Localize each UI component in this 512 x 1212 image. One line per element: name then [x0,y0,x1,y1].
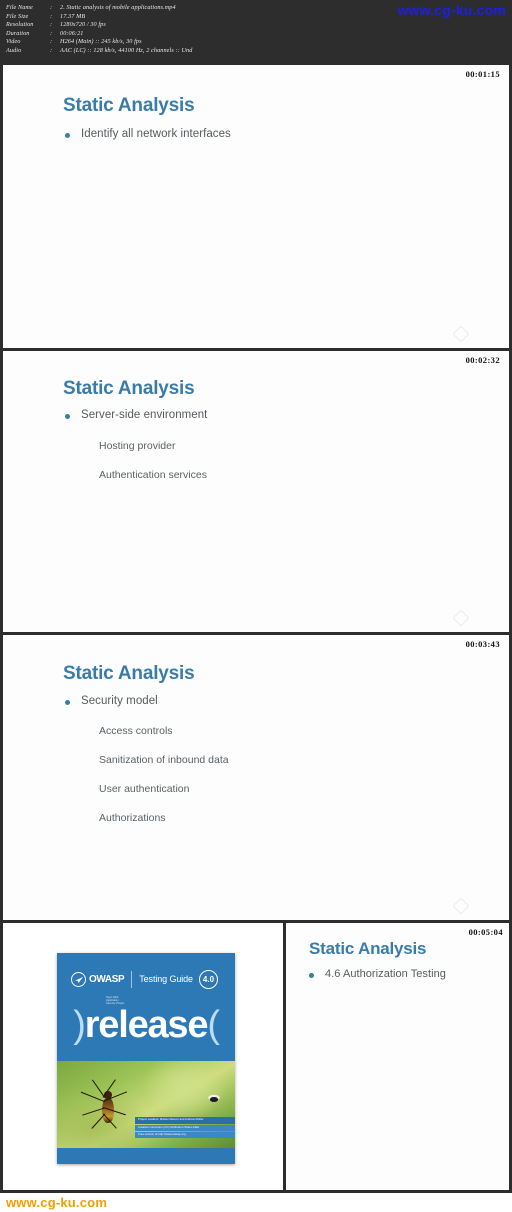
metadata-value: H264 (Main) :: 245 kb/s, 30 fps [60,38,142,46]
slide-sub-bullet: Authentication services [99,469,207,481]
slide-bullet-label: 4.6 Authorization Testing [325,968,446,980]
brand-logo-watermark-icon [452,609,499,627]
metadata-key: Resolution [6,21,34,29]
metadata-key: Audio [6,46,22,54]
slide-bullet: Server-side environment [65,409,207,421]
metadata-value: 1280x720 / 30 fps [60,21,106,29]
headline-text: release [84,1004,209,1046]
video-frame-panel-3: 00:03:43 Static Analysis Security model … [0,632,512,920]
brand-logo-watermark-icon [452,325,499,343]
fly-illustration [207,1093,221,1104]
slide-sub-bullet: Authorizations [99,812,166,824]
slide-frame-3: 00:03:43 Static Analysis Security model … [0,635,512,920]
version-badge: 4.0 [198,969,218,989]
slide-bullet: 4.6 Authorization Testing [309,968,446,980]
slide-sub-bullet: Hosting provider [99,440,176,452]
book-cover-bottom-bar [57,1148,235,1164]
book-headline: )release( [57,1005,235,1045]
site-watermark-top: www.cg-ku.com [397,2,506,18]
metadata-row-audio: Audio : AAC (LC) :: 128 kb/s, 44100 Hz, … [6,47,512,56]
credit-line: Project Leaders: Matteo Meucci and Andre… [135,1117,235,1124]
video-frame-panel-2: 00:02:32 Static Analysis Server-side env… [0,348,512,632]
slide-title: Static Analysis [309,939,427,958]
metadata-value: AAC (LC) :: 128 kb/s, 44100 Hz, 2 channe… [60,46,193,54]
spider-illustration [80,1075,135,1137]
metadata-separator: : [50,46,53,54]
metadata-separator: : [50,21,53,29]
metadata-row-duration: Duration : 00:06:21 [6,30,512,39]
slide-title: Static Analysis [63,663,195,684]
metadata-row-resolution: Resolution : 1280x720 / 30 fps [6,21,512,30]
slide-sub-bullet: Sanitization of inbound data [99,754,229,766]
slide-title: Static Analysis [63,378,195,399]
slide-frame-4-slide-side: 00:05:04 Static Analysis 4.6 Authorizati… [289,923,509,1209]
metadata-separator: : [50,4,53,11]
paren-close: ( [207,1004,220,1046]
metadata-key: Duration [6,29,30,37]
frame-timestamp: 00:01:15 [465,69,500,79]
metadata-separator: : [50,38,53,46]
metadata-separator: : [50,29,53,37]
slide-frame-2: 00:02:32 Static Analysis Server-side env… [0,351,512,632]
owasp-testing-guide-book-cover: OWASP Open Web Application Security Proj… [57,953,235,1164]
metadata-key: File Name [6,4,33,11]
screenshot-grid: 00:01:15 Static Analysis Identify all ne… [0,62,512,1212]
brand-logo-watermark-icon [452,897,499,915]
guide-label: Testing Guide [139,974,193,984]
frame-timestamp: 00:02:32 [465,355,500,365]
site-watermark-bottom: www.cg-ku.com [6,1195,108,1210]
owasp-brand-label: OWASP [89,973,125,985]
slide-bullet: Identify all network interfaces [65,128,231,140]
metadata-key: File Size [6,12,29,20]
metadata-value: 00:06:21 [60,29,84,37]
metadata-separator: : [50,12,53,20]
video-metadata-header: File Name : 2. Static analysis of mobile… [0,0,512,62]
credit-line: Creative Commons (CC) Attribution Share-… [135,1124,235,1131]
slide-frame-1: 00:01:15 Static Analysis Identify all ne… [0,65,512,348]
owasp-paper-plane-icon [71,971,86,987]
slide-sub-bullet: User authentication [99,783,190,795]
book-cover-photo-spider: Project Leaders: Matteo Meucci and Andre… [57,1061,235,1149]
metadata-row-video: Video : H264 (Main) :: 245 kb/s, 30 fps [6,38,512,47]
book-credits: Project Leaders: Matteo Meucci and Andre… [135,1117,235,1139]
credit-line: Free version at http://www.owasp.org [135,1131,235,1138]
paren-open: ) [73,1004,86,1046]
slide-bullet-label: Identify all network interfaces [81,128,231,140]
book-cover-top: OWASP Open Web Application Security Proj… [57,953,235,1061]
slide-frame-4-book-side: OWASP Open Web Application Security Proj… [3,923,286,1209]
slide-bullet: Security model [65,695,158,707]
slide-bullet-label: Security model [81,695,158,707]
divider [131,970,133,988]
video-frame-panel-4: OWASP Open Web Application Security Proj… [0,920,512,1209]
slide-sub-bullet: Access controls [99,725,173,737]
metadata-key: Video [6,38,21,46]
video-frame-panel-1: 00:01:15 Static Analysis Identify all ne… [0,62,512,348]
slide-frame-4: OWASP Open Web Application Security Proj… [0,923,512,1209]
slide-bullet-label: Server-side environment [81,409,208,421]
owasp-branding-bar: OWASP Open Web Application Security Proj… [71,968,221,1005]
frame-timestamp: 00:03:43 [465,639,500,649]
slide-title: Static Analysis [63,95,195,116]
frame-timestamp: 00:05:04 [468,927,503,937]
